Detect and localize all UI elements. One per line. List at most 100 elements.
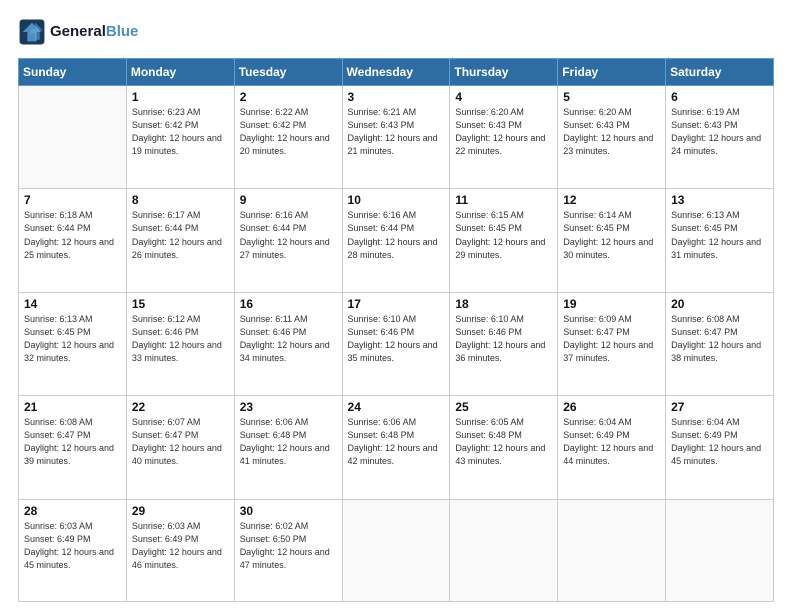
day-number: 22 (132, 400, 229, 414)
day-info: Sunrise: 6:08 AMSunset: 6:47 PMDaylight:… (24, 416, 121, 468)
day-cell: 5 Sunrise: 6:20 AMSunset: 6:43 PMDaylight… (558, 86, 666, 189)
weekday-header-thursday: Thursday (450, 59, 558, 86)
day-info: Sunrise: 6:12 AMSunset: 6:46 PMDaylight:… (132, 313, 229, 365)
day-cell: 7 Sunrise: 6:18 AMSunset: 6:44 PMDaylight… (19, 189, 127, 292)
day-number: 4 (455, 90, 552, 104)
day-cell: 19 Sunrise: 6:09 AMSunset: 6:47 PMDayligh… (558, 292, 666, 395)
day-number: 26 (563, 400, 660, 414)
day-number: 7 (24, 193, 121, 207)
day-cell: 12 Sunrise: 6:14 AMSunset: 6:45 PMDayligh… (558, 189, 666, 292)
day-info: Sunrise: 6:10 AMSunset: 6:46 PMDaylight:… (348, 313, 445, 365)
day-cell: 4 Sunrise: 6:20 AMSunset: 6:43 PMDaylight… (450, 86, 558, 189)
day-number: 1 (132, 90, 229, 104)
day-cell: 3 Sunrise: 6:21 AMSunset: 6:43 PMDaylight… (342, 86, 450, 189)
day-number: 9 (240, 193, 337, 207)
day-info: Sunrise: 6:22 AMSunset: 6:42 PMDaylight:… (240, 106, 337, 158)
day-number: 29 (132, 504, 229, 518)
week-row-0: 1 Sunrise: 6:23 AMSunset: 6:42 PMDaylight… (19, 86, 774, 189)
week-row-1: 7 Sunrise: 6:18 AMSunset: 6:44 PMDaylight… (19, 189, 774, 292)
day-cell (19, 86, 127, 189)
day-number: 27 (671, 400, 768, 414)
day-number: 17 (348, 297, 445, 311)
weekday-header-monday: Monday (126, 59, 234, 86)
day-cell: 21 Sunrise: 6:08 AMSunset: 6:47 PMDayligh… (19, 396, 127, 499)
day-cell: 10Sunrise: 6:16 AMSunset: 6:44 PMDayligh… (342, 189, 450, 292)
day-number: 28 (24, 504, 121, 518)
week-row-3: 21 Sunrise: 6:08 AMSunset: 6:47 PMDayligh… (19, 396, 774, 499)
day-cell: 17 Sunrise: 6:10 AMSunset: 6:46 PMDayligh… (342, 292, 450, 395)
day-number: 15 (132, 297, 229, 311)
week-row-2: 14 Sunrise: 6:13 AMSunset: 6:45 PMDayligh… (19, 292, 774, 395)
day-cell (450, 499, 558, 601)
day-number: 5 (563, 90, 660, 104)
day-cell: 2 Sunrise: 6:22 AMSunset: 6:42 PMDaylight… (234, 86, 342, 189)
day-info: Sunrise: 6:09 AMSunset: 6:47 PMDaylight:… (563, 313, 660, 365)
day-info: Sunrise: 6:04 AMSunset: 6:49 PMDaylight:… (671, 416, 768, 468)
logo-text: GeneralBlue (50, 23, 138, 41)
day-info: Sunrise: 6:06 AMSunset: 6:48 PMDaylight:… (240, 416, 337, 468)
day-cell: 30 Sunrise: 6:02 AMSunset: 6:50 PMDayligh… (234, 499, 342, 601)
day-cell: 15 Sunrise: 6:12 AMSunset: 6:46 PMDayligh… (126, 292, 234, 395)
day-number: 23 (240, 400, 337, 414)
day-number: 20 (671, 297, 768, 311)
day-cell: 22Sunrise: 6:07 AMSunset: 6:47 PMDayligh… (126, 396, 234, 499)
day-info: Sunrise: 6:10 AMSunset: 6:46 PMDaylight:… (455, 313, 552, 365)
day-info: Sunrise: 6:03 AMSunset: 6:49 PMDaylight:… (132, 520, 229, 572)
day-cell: 18 Sunrise: 6:10 AMSunset: 6:46 PMDayligh… (450, 292, 558, 395)
day-info: Sunrise: 6:08 AMSunset: 6:47 PMDaylight:… (671, 313, 768, 365)
day-cell: 16Sunrise: 6:11 AMSunset: 6:46 PMDayligh… (234, 292, 342, 395)
day-info: Sunrise: 6:23 AMSunset: 6:42 PMDaylight:… (132, 106, 229, 158)
day-info: Sunrise: 6:19 AMSunset: 6:43 PMDaylight:… (671, 106, 768, 158)
day-info: Sunrise: 6:18 AMSunset: 6:44 PMDaylight:… (24, 209, 121, 261)
day-info: Sunrise: 6:13 AMSunset: 6:45 PMDaylight:… (671, 209, 768, 261)
day-cell: 9 Sunrise: 6:16 AMSunset: 6:44 PMDaylight… (234, 189, 342, 292)
day-cell: 13 Sunrise: 6:13 AMSunset: 6:45 PMDayligh… (666, 189, 774, 292)
day-number: 24 (348, 400, 445, 414)
day-number: 11 (455, 193, 552, 207)
day-number: 21 (24, 400, 121, 414)
logo-icon (18, 18, 46, 46)
day-number: 14 (24, 297, 121, 311)
day-info: Sunrise: 6:20 AMSunset: 6:43 PMDaylight:… (455, 106, 552, 158)
weekday-header-row: SundayMondayTuesdayWednesdayThursdayFrid… (19, 59, 774, 86)
day-number: 13 (671, 193, 768, 207)
day-info: Sunrise: 6:13 AMSunset: 6:45 PMDaylight:… (24, 313, 121, 365)
day-cell: 6 Sunrise: 6:19 AMSunset: 6:43 PMDaylight… (666, 86, 774, 189)
day-cell: 27 Sunrise: 6:04 AMSunset: 6:49 PMDayligh… (666, 396, 774, 499)
weekday-header-friday: Friday (558, 59, 666, 86)
header: GeneralBlue (18, 18, 774, 46)
weekday-header-saturday: Saturday (666, 59, 774, 86)
day-cell (558, 499, 666, 601)
day-cell: 11Sunrise: 6:15 AMSunset: 6:45 PMDayligh… (450, 189, 558, 292)
day-info: Sunrise: 6:04 AMSunset: 6:49 PMDaylight:… (563, 416, 660, 468)
day-number: 25 (455, 400, 552, 414)
day-cell: 20 Sunrise: 6:08 AMSunset: 6:47 PMDayligh… (666, 292, 774, 395)
day-info: Sunrise: 6:05 AMSunset: 6:48 PMDaylight:… (455, 416, 552, 468)
day-number: 3 (348, 90, 445, 104)
weekday-header-wednesday: Wednesday (342, 59, 450, 86)
logo: GeneralBlue (18, 18, 138, 46)
day-info: Sunrise: 6:20 AMSunset: 6:43 PMDaylight:… (563, 106, 660, 158)
week-row-4: 28 Sunrise: 6:03 AMSunset: 6:49 PMDayligh… (19, 499, 774, 601)
day-number: 30 (240, 504, 337, 518)
calendar-table: SundayMondayTuesdayWednesdayThursdayFrid… (18, 58, 774, 602)
day-number: 2 (240, 90, 337, 104)
day-info: Sunrise: 6:21 AMSunset: 6:43 PMDaylight:… (348, 106, 445, 158)
day-info: Sunrise: 6:17 AMSunset: 6:44 PMDaylight:… (132, 209, 229, 261)
day-number: 8 (132, 193, 229, 207)
day-number: 6 (671, 90, 768, 104)
day-number: 19 (563, 297, 660, 311)
page: GeneralBlue SundayMondayTuesdayWednesday… (0, 0, 792, 612)
day-info: Sunrise: 6:14 AMSunset: 6:45 PMDaylight:… (563, 209, 660, 261)
day-number: 16 (240, 297, 337, 311)
day-info: Sunrise: 6:03 AMSunset: 6:49 PMDaylight:… (24, 520, 121, 572)
day-info: Sunrise: 6:06 AMSunset: 6:48 PMDaylight:… (348, 416, 445, 468)
day-cell (342, 499, 450, 601)
day-number: 12 (563, 193, 660, 207)
day-info: Sunrise: 6:02 AMSunset: 6:50 PMDaylight:… (240, 520, 337, 572)
weekday-header-tuesday: Tuesday (234, 59, 342, 86)
day-number: 18 (455, 297, 552, 311)
day-cell: 29 Sunrise: 6:03 AMSunset: 6:49 PMDayligh… (126, 499, 234, 601)
day-cell: 14 Sunrise: 6:13 AMSunset: 6:45 PMDayligh… (19, 292, 127, 395)
day-info: Sunrise: 6:16 AMSunset: 6:44 PMDaylight:… (240, 209, 337, 261)
